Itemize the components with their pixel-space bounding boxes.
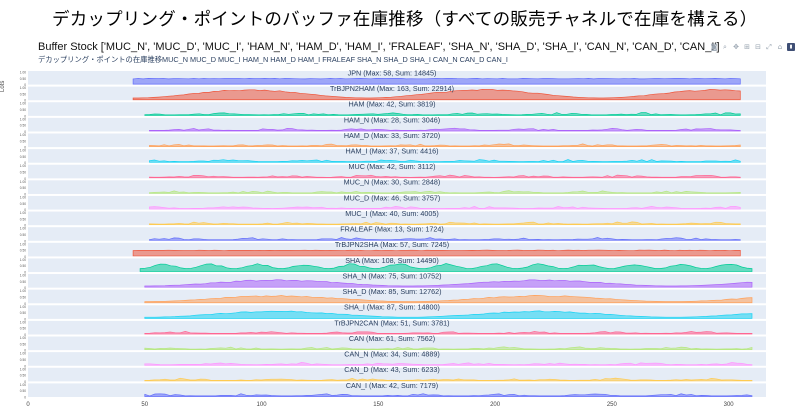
panel-tick-label: 0.50 <box>20 171 26 175</box>
panel-tick-label: 1.00 <box>20 242 26 246</box>
subplot-label-MUC: MUC (Max: 42, Sum: 3112) <box>349 162 436 171</box>
subplot-label-SHA_N: SHA_N (Max: 75, Sum: 10752) <box>342 271 441 280</box>
panel-tick-label: 0.50 <box>20 374 26 378</box>
subplot-label-SHA_I: SHA_I (Max: 87, Sum: 14800) <box>344 303 440 312</box>
x-tick-label: 100 <box>257 402 268 408</box>
subplot-label-SHA_D: SHA_D (Max: 85, Sum: 12762) <box>342 287 441 296</box>
subplot-label-CAN_N: CAN_N (Max: 34, Sum: 4889) <box>344 350 439 359</box>
x-tick-label: 300 <box>724 402 735 408</box>
subplot-label-HAM_N: HAM_N (Max: 28, Sum: 3046) <box>344 115 440 124</box>
subplot-label-TrBJPN2SHA: TrBJPN2SHA (Max: 57, Sum: 7245) <box>335 240 449 249</box>
panel-tick-label: 0.50 <box>20 327 26 331</box>
subplot-label-MUC_D: MUC_D (Max: 46, Sum: 3757) <box>344 193 441 202</box>
x-tick-label: 250 <box>607 402 618 408</box>
subplot-label-HAM: HAM (Max: 42, Sum: 3819) <box>348 100 435 109</box>
panel-tick-label: 0.50 <box>20 77 26 81</box>
panel-tick-label: 0.50 <box>20 139 26 143</box>
panel-tick-label: 0.50 <box>20 358 26 362</box>
panel-tick-label: 0.50 <box>20 202 26 206</box>
panel-tick-label: 0.50 <box>20 186 26 190</box>
panel-tick-label: 0.50 <box>20 233 26 237</box>
panel-tick-label: 1.00 <box>20 227 26 231</box>
subplot-label-CAN_D: CAN_D (Max: 43, Sum: 6233) <box>344 365 439 374</box>
panel-tick-label: 0.50 <box>20 264 26 268</box>
panel-tick-label: 1.00 <box>20 102 26 106</box>
panel-tick-label: 0.50 <box>20 342 26 346</box>
panel-tick-label: 1.00 <box>20 305 26 309</box>
panel-tick-label: 1.00 <box>20 149 26 153</box>
panel-tick-label: 1.00 <box>20 352 26 356</box>
subplot-label-CAN: CAN (Max: 61, Sum: 7562) <box>349 334 435 343</box>
x-tick-label: 200 <box>490 402 501 408</box>
panel-tick-label: 1.00 <box>20 71 26 75</box>
panel-tick-label: 0.50 <box>20 92 26 96</box>
subplot-label-JPN: JPN (Max: 58, Sum: 14845) <box>348 68 437 77</box>
panel-tick-label: 1.00 <box>20 195 26 199</box>
subplot-label-SHA: SHA (Max: 108, Sum: 14490) <box>345 256 438 265</box>
panel-tick-label: 1.00 <box>20 258 26 262</box>
panel-tick-label: 0.50 <box>20 295 26 299</box>
subplot-label-TrBJPN2HAM: TrBJPN2HAM (Max: 163, Sum: 22914) <box>330 84 454 93</box>
x-tick-label: 50 <box>141 402 148 408</box>
subplot-label-HAM_D: HAM_D (Max: 33, Sum: 3720) <box>344 131 440 140</box>
chart-area: 1.00 0.50 0 JPN (Max: 58, Sum: 14845) 1.00 0.… <box>20 68 766 408</box>
panel-tick-label: 0.50 <box>20 108 26 112</box>
panel-tick-label: 0.50 <box>20 124 26 128</box>
subplot-label-MUC_I: MUC_I (Max: 40, Sum: 4005) <box>345 209 438 218</box>
panel-tick-label: 1.00 <box>20 367 26 371</box>
panel-tick-label: 1.00 <box>20 289 26 293</box>
panel-tick-label: 1.00 <box>20 133 26 137</box>
panel-tick-label: 0 <box>24 396 26 400</box>
panel-tick-label: 0.50 <box>20 280 26 284</box>
x-tick-label: 150 <box>373 402 384 408</box>
panel-tick-label: 1.00 <box>20 164 26 168</box>
panel-tick-label: 0.50 <box>20 389 26 393</box>
x-tick-label: 0 <box>26 402 30 408</box>
panel-tick-label: 0.50 <box>20 249 26 253</box>
panel-tick-label: 1.00 <box>20 117 26 121</box>
panel-tick-label: 1.00 <box>20 180 26 184</box>
panel-tick-label: 1.00 <box>20 211 26 215</box>
panel-tick-label: 1.00 <box>20 336 26 340</box>
panel-tick-label: 0.50 <box>20 155 26 159</box>
panel-tick-label: 1.00 <box>20 320 26 324</box>
panel-tick-label: 0.50 <box>20 217 26 221</box>
subplot-label-HAM_I: HAM_I (Max: 37, Sum: 4416) <box>345 146 438 155</box>
panel-tick-label: 0.50 <box>20 311 26 315</box>
subplot-label-TrBJPN2CAN: TrBJPN2CAN (Max: 51, Sum: 3781) <box>334 318 449 327</box>
subplot-label-MUC_N: MUC_N (Max: 30, Sum: 2848) <box>344 178 441 187</box>
panel-tick-label: 1.00 <box>20 383 26 387</box>
subplot-label-CAN_I: CAN_I (Max: 42, Sum: 7179) <box>346 381 438 390</box>
subplot-label-FRALEAF: FRALEAF (Max: 13, Sum: 1724) <box>340 225 443 234</box>
panel-tick-label: 1.00 <box>20 86 26 90</box>
panel-tick-label: 1.00 <box>20 274 26 278</box>
